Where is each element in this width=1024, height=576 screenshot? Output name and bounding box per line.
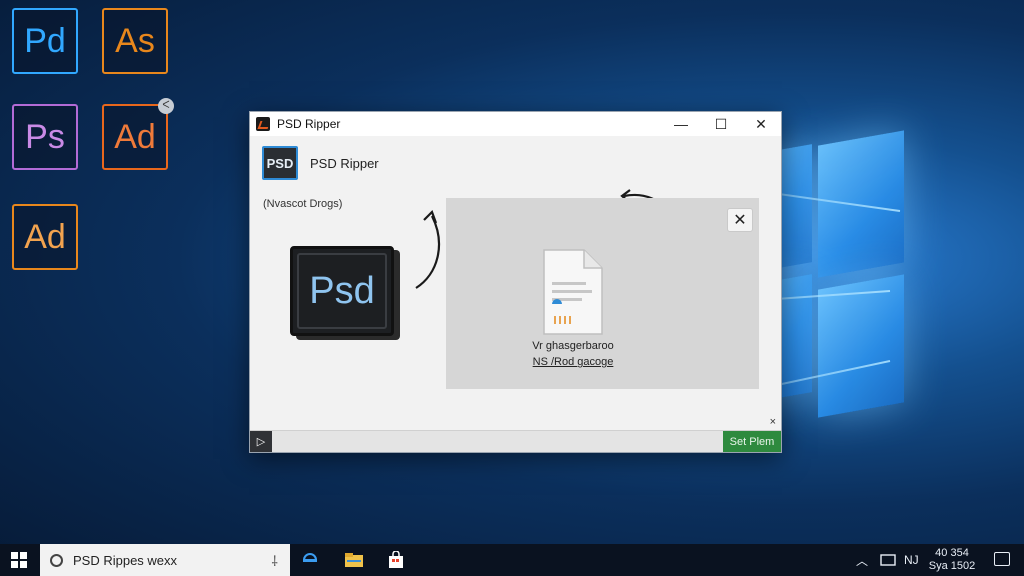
app-icon-label: As [115, 22, 155, 60]
taskbar: PSD Rippes wexx ⸸ ︿ NJ 40 354 Sya 1502 [0, 544, 1024, 576]
psd-logo-icon: PSD [262, 146, 298, 180]
adobe-app-icon-2[interactable]: Ad [12, 204, 78, 270]
windows-start-icon [11, 552, 27, 568]
notification-center-icon[interactable] [994, 552, 1010, 566]
icon-bezel [297, 253, 387, 329]
store-icon[interactable] [386, 550, 406, 570]
psd-file-icon[interactable]: Psd [290, 246, 394, 336]
shortcut-badge-icon: ᐸ [158, 98, 174, 114]
psd-ripper-window: PSD Ripper — ☐ ✕ PSD PSD Ripper (Nvascot… [249, 111, 782, 453]
network-icon[interactable] [880, 544, 896, 576]
close-button[interactable]: ✕ [741, 112, 781, 136]
file-explorer-icon[interactable] [344, 550, 364, 570]
taskbar-search-box[interactable]: PSD Rippes wexx ⸸ [40, 544, 290, 576]
drop-zone-line-1: Vr ghasgerbaroo [532, 340, 614, 352]
system-clock[interactable]: 40 354 Sya 1502 [926, 547, 978, 573]
app-icon-label: Pd [24, 22, 66, 60]
photoshop-document-app-icon[interactable]: Pd [12, 8, 78, 74]
app-name: PSD Ripper [310, 155, 379, 171]
play-button[interactable]: ▷ [250, 431, 272, 452]
drop-zone-line-2: NS /Rod gacoge [532, 356, 614, 368]
adobe-app-icon[interactable]: Ad ᐸ [102, 98, 174, 170]
document-icon [543, 249, 603, 335]
microphone-icon[interactable]: ⸸ [271, 552, 278, 571]
app-icon-label: Ad [114, 118, 156, 156]
drop-zone-text: Vr ghasgerbaroo NS /Rod gacoge [528, 338, 618, 370]
clock-time: 40 354 [935, 547, 969, 559]
language-indicator[interactable]: NJ [904, 544, 919, 576]
dismiss-icon[interactable]: × [770, 416, 776, 428]
minimize-button[interactable]: — [661, 112, 701, 136]
cortana-icon [50, 553, 63, 567]
maximize-button[interactable]: ☐ [701, 112, 741, 136]
section-caption: (Nvascot Drogs) [263, 198, 343, 210]
task-view-icon[interactable] [300, 550, 320, 570]
clock-date: Sya 1502 [928, 560, 976, 572]
app-logo-icon [256, 117, 270, 131]
drop-zone-close-button[interactable]: ✕ [727, 208, 753, 232]
search-input[interactable]: PSD Rippes wexx [73, 553, 177, 568]
audition-app-icon[interactable]: As [102, 8, 168, 74]
photoshop-app-icon[interactable]: Ps [12, 104, 78, 170]
drop-zone[interactable]: ✕ Vr ghasgerbaroo NS /Rod gacoge [446, 198, 759, 389]
title-bar[interactable]: PSD Ripper — ☐ ✕ [250, 112, 781, 136]
window-title: PSD Ripper [277, 117, 341, 131]
app-icon-label: Ps [25, 118, 65, 156]
app-icon-label: Ad [24, 218, 66, 256]
status-bar: ▷ Set Plem [250, 430, 781, 452]
start-button[interactable] [0, 544, 38, 576]
set-plem-button[interactable]: Set Plem [723, 431, 781, 452]
tray-chevron-icon[interactable]: ︿ [856, 544, 868, 576]
app-header: PSD PSD Ripper [262, 146, 379, 180]
